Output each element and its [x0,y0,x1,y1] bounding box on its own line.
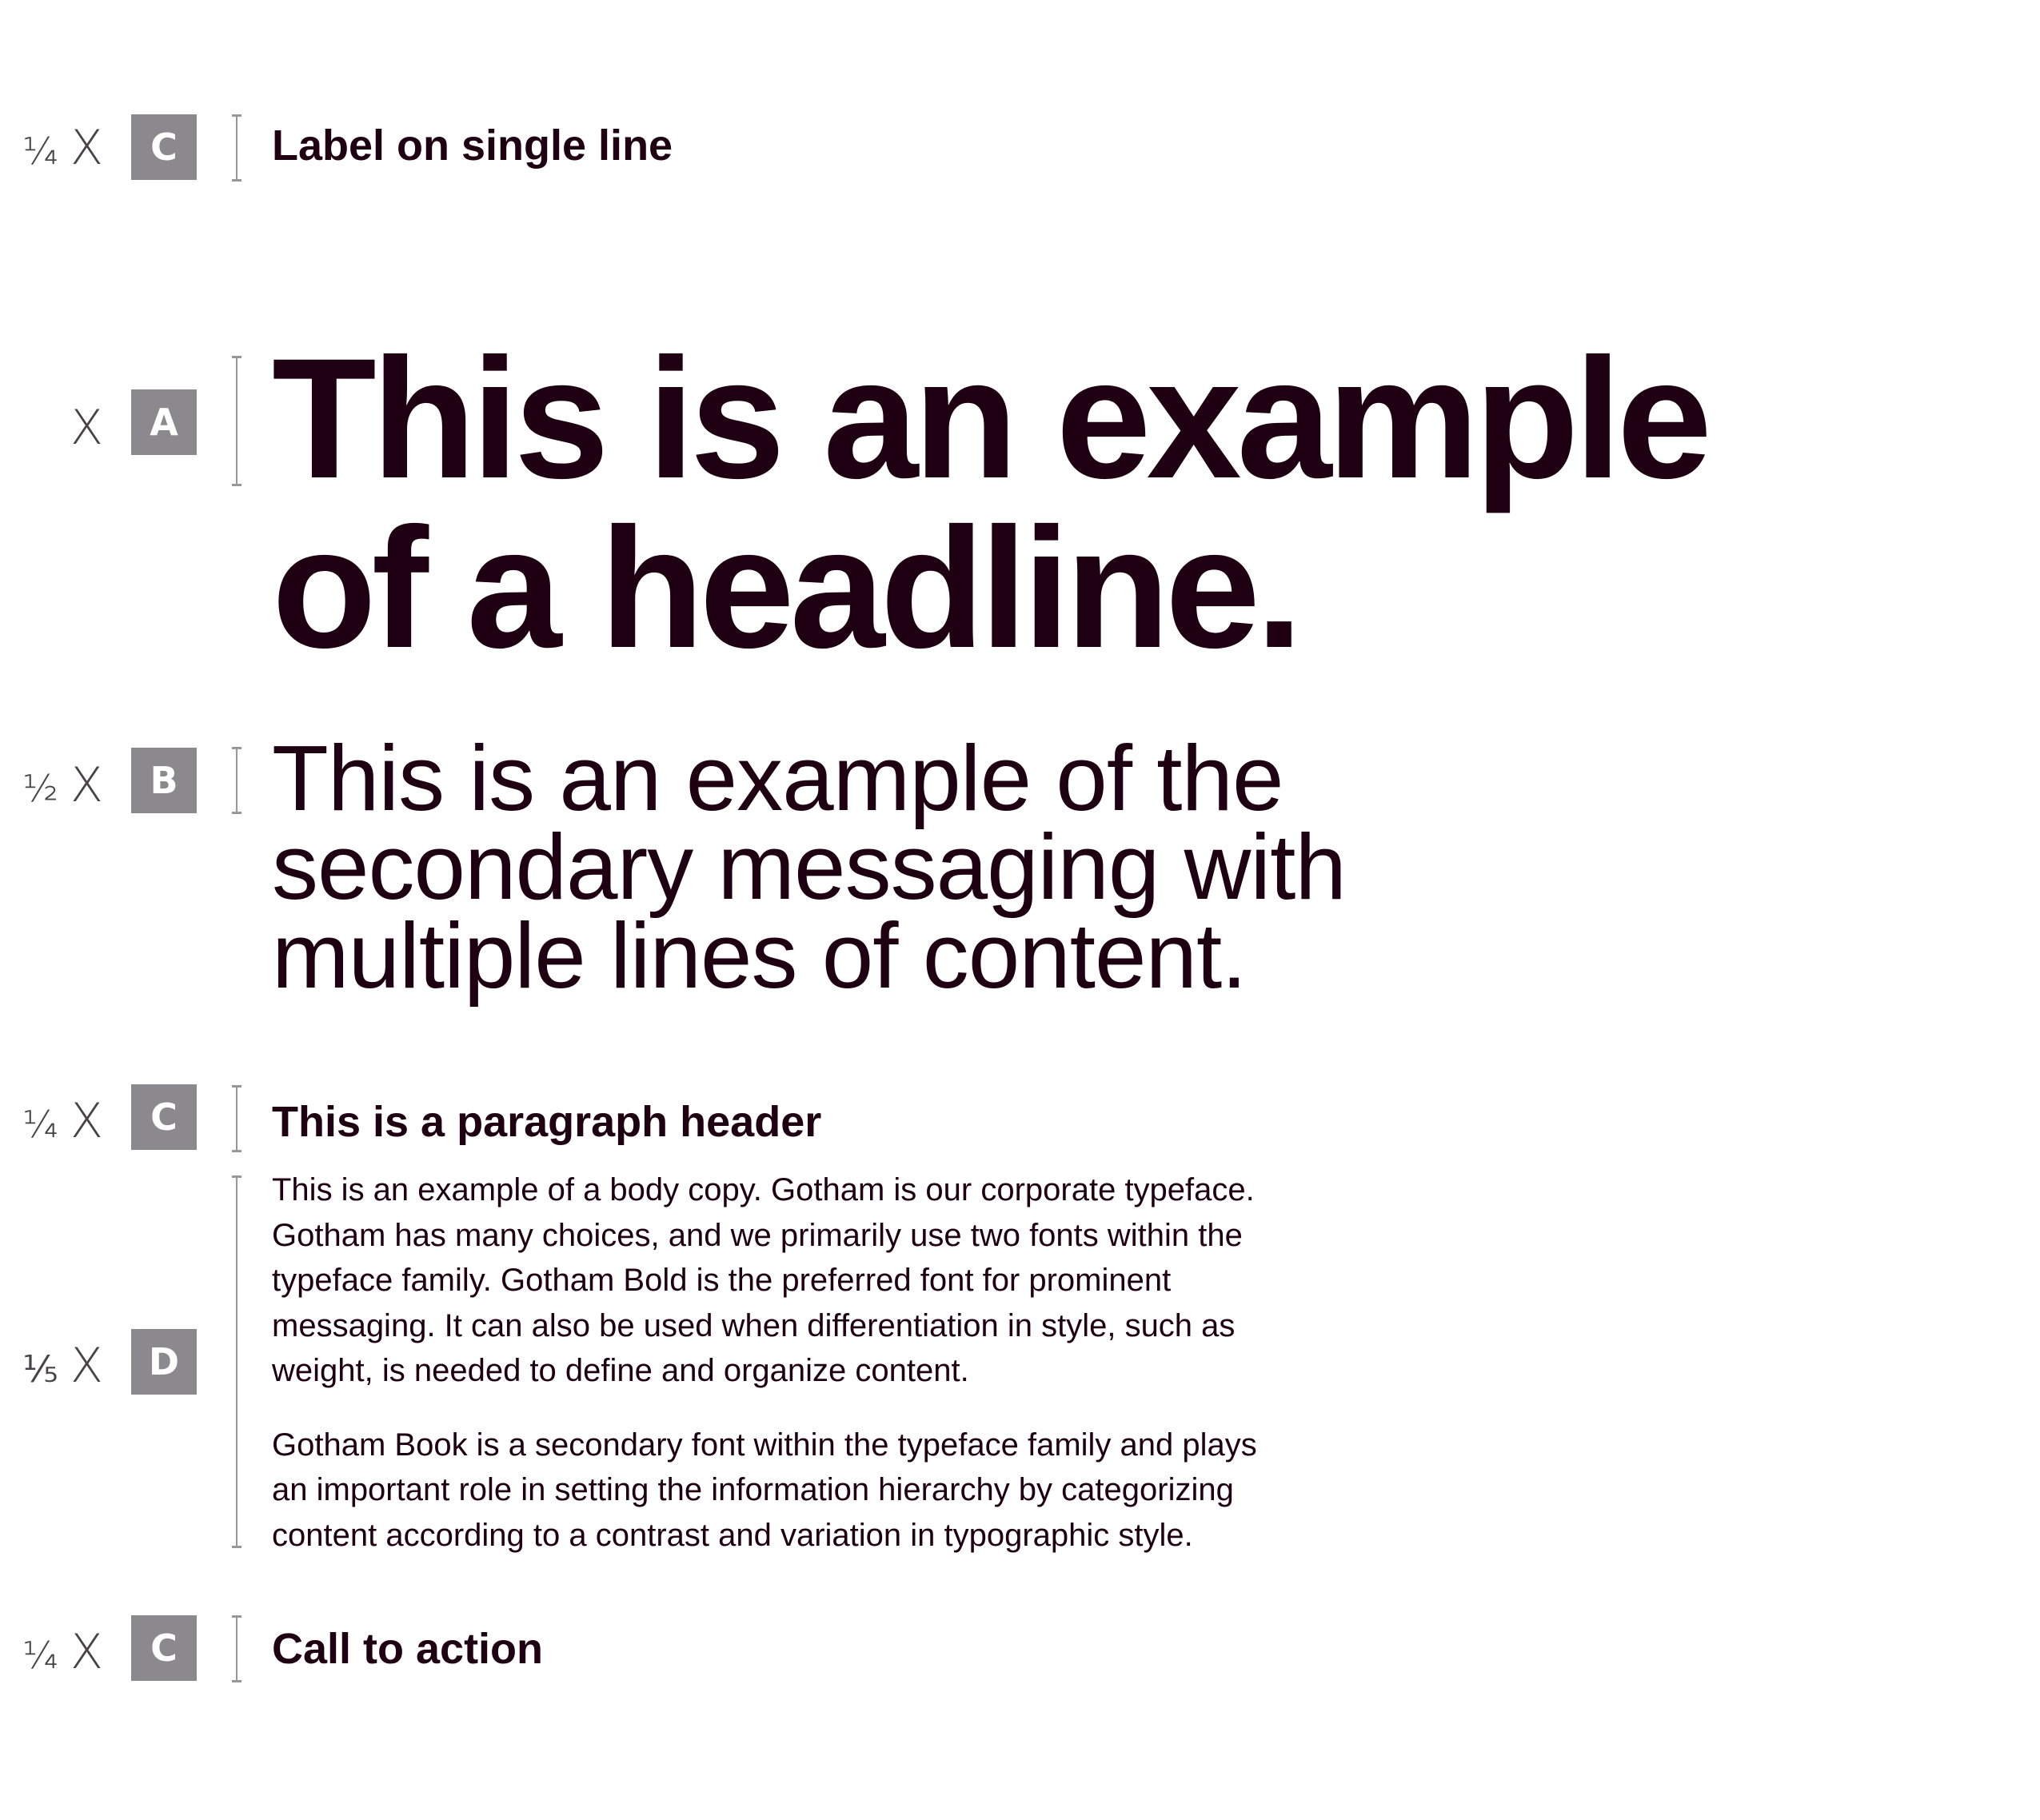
ratio-multiplier: X [70,1624,104,1680]
body-line: messaging. It can also be used when diff… [272,1307,1236,1343]
ratio-multiplier: X [70,120,104,176]
headline-line: This is an example [272,323,1712,514]
style-badge-a: A [131,389,197,455]
size-ratio: ¼X [0,1628,104,1676]
secondary-text: This is an example of the secondary mess… [272,726,1347,1008]
height-bracket-icon [232,1175,242,1548]
body-line: This is an example of a body copy. Gotha… [272,1172,1255,1207]
secondary-line: secondary messaging with [272,815,1347,919]
ratio-multiplier: X [70,1093,104,1149]
body-line: Gotham has many choices, and we primaril… [272,1217,1243,1253]
style-badge-c: C [131,114,197,180]
style-badge-c: C [131,1615,197,1681]
style-badge-c: C [131,1084,197,1150]
size-ratio: ¼X [0,1097,104,1145]
ratio-multiplier: X [70,757,104,813]
ratio-fraction: ½ [22,767,59,810]
style-badge-b: B [131,748,197,813]
label-text: Label on single line [272,122,673,170]
secondary-line: multiple lines of content. [272,904,1247,1008]
call-to-action-text: Call to action [272,1625,544,1673]
headline-line: of a headline. [272,493,1303,684]
height-bracket-icon [232,356,242,486]
headline-text: This is an example of a headline. [272,323,1712,684]
height-bracket-icon [232,114,242,182]
ratio-fraction: ¼ [22,130,59,173]
body-line: an important role in setting the informa… [272,1472,1234,1507]
body-line: weight, is needed to define and organize… [272,1353,969,1388]
body-paragraph: Gotham Book is a secondary font within t… [272,1423,1257,1559]
body-line: Gotham Book is a secondary font within t… [272,1427,1257,1463]
height-bracket-icon [232,1615,242,1682]
ratio-fraction: ¼ [22,1634,59,1677]
body-line: content according to a contrast and vari… [272,1517,1193,1553]
size-ratio: X [0,404,104,452]
ratio-multiplier: X [70,400,104,456]
paragraph-header-text: This is a paragraph header [272,1098,822,1146]
style-badge-d: D [131,1329,197,1395]
ratio-fraction: ¼ [22,1103,59,1146]
size-ratio: ½X [0,761,104,809]
body-line: typeface family. Gotham Bold is the pref… [272,1263,1172,1298]
ratio-multiplier: X [70,1338,104,1394]
ratio-fraction: ⅕ [22,1347,59,1391]
height-bracket-icon [232,1085,242,1152]
body-paragraph: This is an example of a body copy. Gotha… [272,1167,1257,1394]
size-ratio: ⅕X [0,1342,104,1390]
body-copy: This is an example of a body copy. Gotha… [272,1167,1257,1558]
height-bracket-icon [232,747,242,814]
size-ratio: ¼X [0,124,104,172]
secondary-line: This is an example of the [272,726,1284,830]
